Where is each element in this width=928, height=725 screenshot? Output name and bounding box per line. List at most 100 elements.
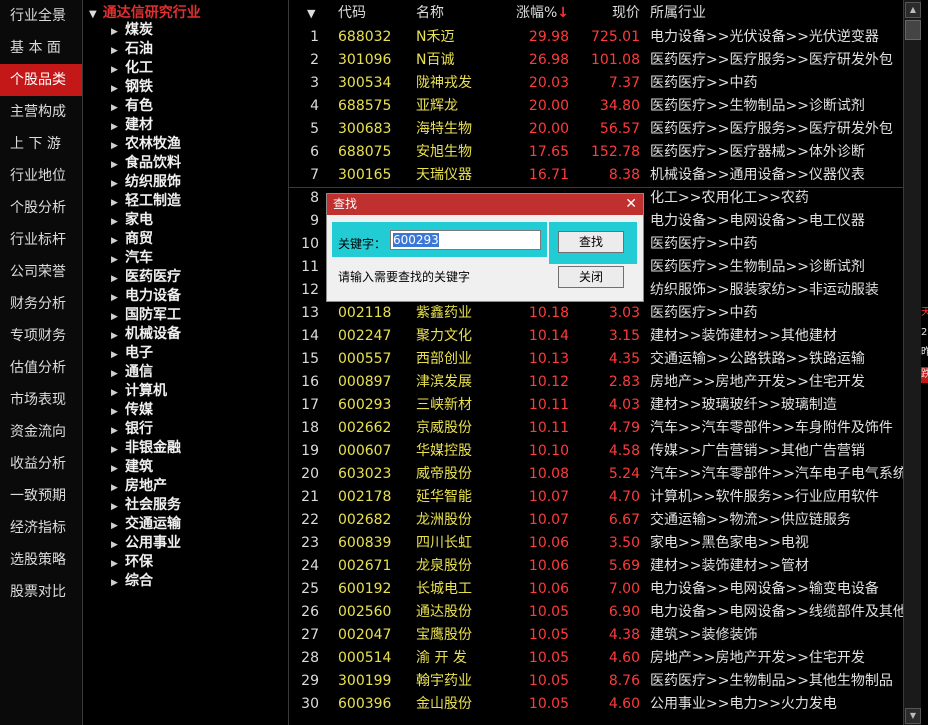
find-button[interactable]: 查找 [558, 231, 624, 253]
cell-name: 西部创业 [416, 351, 472, 367]
table-row[interactable]: 19 000607 华媒控股 10.10 4.58 传媒>>广告营销>>其他广告营销 [289, 440, 903, 463]
table-row[interactable]: 28 000514 渝 开 发 10.05 4.60 房地产>>房地产开发>>住宅开发 [289, 647, 903, 670]
table-row[interactable]: 18 002662 京威股份 10.11 4.79 汽车>>汽车零部件>>车身附件及饰件 [289, 417, 903, 440]
cell-name: 天瑞仪器 [416, 167, 472, 183]
table-row[interactable]: 15 000557 西部创业 10.13 4.35 交通运输>>公路铁路>>铁路运输 [289, 348, 903, 371]
tree-node[interactable]: ▶ 非银金融 [111, 439, 181, 458]
tree-node[interactable]: ▶ 通信 [111, 363, 153, 382]
header-name[interactable]: 名称 [416, 2, 516, 25]
tree-node[interactable]: ▶ 电力设备 [111, 287, 181, 306]
tree-node[interactable]: ▶ 电子 [111, 344, 153, 363]
table-row[interactable]: 4 688575 亚辉龙 20.00 34.80 医药医疗>>生物制品>>诊断试剂 [289, 95, 903, 118]
table-row[interactable]: 21 002178 延华智能 10.07 4.70 计算机>>软件服务>>行业应用软件 [289, 486, 903, 509]
nav-item[interactable]: 公司荣誉 [0, 256, 82, 288]
table-row[interactable]: 30 600396 金山股份 10.05 4.60 公用事业>>电力>>火力发电 [289, 693, 903, 716]
table-row[interactable]: 6 688075 安旭生物 17.65 152.78 医药医疗>>医疗器械>>体外诊断 [289, 141, 903, 164]
tree-node[interactable]: ▶ 综合 [111, 572, 153, 591]
tree-node[interactable]: ▶ 煤炭 [111, 21, 153, 40]
cell-code: 600396 [338, 696, 392, 712]
header-industry[interactable]: 所属行业 [650, 2, 903, 25]
tree-node[interactable]: ▶ 纺织服饰 [111, 173, 181, 192]
tree-node[interactable]: ▶ 家电 [111, 211, 153, 230]
header-change[interactable]: 涨幅%↓ [511, 2, 569, 25]
tree-node[interactable]: ▶ 房地产 [111, 477, 167, 496]
close-icon[interactable]: ✕ [625, 194, 637, 215]
nav-item[interactable]: 收益分析 [0, 448, 82, 480]
nav-item[interactable]: 行业全景 [0, 0, 82, 32]
nav-item[interactable]: 行业标杆 [0, 224, 82, 256]
dialog-titlebar[interactable]: 查找 ✕ [327, 194, 643, 215]
nav-item[interactable]: 个股品类 [0, 64, 82, 96]
tree-node[interactable]: ▶ 农林牧渔 [111, 135, 181, 154]
table-row[interactable]: 27 002047 宝鹰股份 10.05 4.38 建筑>>装修装饰 [289, 624, 903, 647]
table-row[interactable]: 5 300683 海特生物 20.00 56.57 医药医疗>>医疗服务>>医疗研发外包 [289, 118, 903, 141]
tree-node[interactable]: ▶ 汽车 [111, 249, 153, 268]
tree-node[interactable]: ▶ 钢铁 [111, 78, 153, 97]
nav-item[interactable]: 专项财务 [0, 320, 82, 352]
nav-item[interactable]: 基 本 面 [0, 32, 82, 64]
expand-arrow-icon[interactable]: ▶ [111, 574, 119, 593]
tree-node[interactable]: ▶ 化工 [111, 59, 153, 78]
scroll-down-icon[interactable]: ▼ [905, 708, 921, 724]
tree-node-label: 轻工制造 [125, 193, 181, 209]
nav-item[interactable]: 市场表现 [0, 384, 82, 416]
close-button[interactable]: 关闭 [558, 266, 624, 288]
nav-item[interactable]: 行业地位 [0, 160, 82, 192]
tree-node[interactable]: ▶ 石油 [111, 40, 153, 59]
table-row[interactable]: 14 002247 聚力文化 10.14 3.15 建材>>装饰建材>>其他建材 [289, 325, 903, 348]
header-price[interactable]: 现价 [577, 2, 640, 25]
scroll-thumb[interactable] [905, 20, 921, 40]
nav-item[interactable]: 资金流向 [0, 416, 82, 448]
nav-item[interactable]: 估值分析 [0, 352, 82, 384]
tree-node[interactable]: ▶ 传媒 [111, 401, 153, 420]
nav-item[interactable]: 选股策略 [0, 544, 82, 576]
keyword-input[interactable]: 600293 [390, 230, 541, 250]
table-row[interactable]: 2 301096 N百诚 26.98 101.08 医药医疗>>医疗服务>>医疗研发外包 [289, 49, 903, 72]
tree-node[interactable]: ▶ 有色 [111, 97, 153, 116]
table-row[interactable]: 7 300165 天瑞仪器 16.71 8.38 机械设备>>通用设备>>仪器仪表 [289, 164, 903, 187]
tree-node[interactable]: ▶ 食品饮料 [111, 154, 181, 173]
vertical-scrollbar[interactable]: ▲ ▼ [903, 0, 921, 725]
table-row[interactable]: 16 000897 津滨发展 10.12 2.83 房地产>>房地产开发>>住宅开发 [289, 371, 903, 394]
cell-code: 002662 [338, 420, 392, 436]
tree-node[interactable]: ▶ 医药医疗 [111, 268, 181, 287]
tree-node[interactable]: ▶ 建筑 [111, 458, 153, 477]
nav-item[interactable]: 主营构成 [0, 96, 82, 128]
table-row[interactable]: 25 600192 长城电工 10.06 7.00 电力设备>>电网设备>>输变电设备 [289, 578, 903, 601]
tree-node[interactable]: ▶ 机械设备 [111, 325, 181, 344]
cell-name: 龙泉股份 [416, 558, 472, 574]
table-row[interactable]: 23 600839 四川长虹 10.06 3.50 家电>>黑色家电>>电视 [289, 532, 903, 555]
table-row[interactable]: 24 002671 龙泉股份 10.06 5.69 建材>>装饰建材>>管材 [289, 555, 903, 578]
tree-node[interactable]: ▶ 计算机 [111, 382, 167, 401]
nav-item[interactable]: 上 下 游 [0, 128, 82, 160]
tree-node[interactable]: ▶ 公用事业 [111, 534, 181, 553]
tree-node[interactable]: ▶ 建材 [111, 116, 153, 135]
table-row[interactable]: 17 600293 三峡新材 10.11 4.03 建材>>玻璃玻纤>>玻璃制造 [289, 394, 903, 417]
table-row[interactable]: 26 002560 通达股份 10.05 6.90 电力设备>>电网设备>>线缆部件及其他 [289, 601, 903, 624]
tree-node[interactable]: ▶ 社会服务 [111, 496, 181, 515]
cell-change: 10.05 [528, 627, 569, 643]
tree-node[interactable]: ▶ 国防军工 [111, 306, 181, 325]
nav-item[interactable]: 财务分析 [0, 288, 82, 320]
table-row[interactable]: 29 300199 翰宇药业 10.05 8.76 医药医疗>>生物制品>>其他生物制品 [289, 670, 903, 693]
column-menu-icon[interactable]: ▼ [307, 2, 315, 25]
nav-item[interactable]: 个股分析 [0, 192, 82, 224]
scroll-up-icon[interactable]: ▲ [905, 2, 921, 18]
expand-arrow-icon[interactable]: ▼ [89, 9, 97, 20]
cell-seq: 23 [301, 535, 319, 551]
nav-item[interactable]: 股票对比 [0, 576, 82, 608]
table-row[interactable]: 1 688032 N禾迈 29.98 725.01 电力设备>>光伏设备>>光伏逆变器 [289, 26, 903, 49]
tree-root[interactable]: ▼ 通达信研究行业 [89, 2, 201, 22]
header-code[interactable]: 代码 [338, 2, 408, 25]
tree-node[interactable]: ▶ 银行 [111, 420, 153, 439]
nav-item[interactable]: 经济指标 [0, 512, 82, 544]
nav-item[interactable]: 一致预期 [0, 480, 82, 512]
tree-node[interactable]: ▶ 商贸 [111, 230, 153, 249]
table-row[interactable]: 13 002118 紫鑫药业 10.18 3.03 医药医疗>>中药 [289, 302, 903, 325]
tree-node[interactable]: ▶ 交通运输 [111, 515, 181, 534]
table-row[interactable]: 3 300534 陇神戎发 20.03 7.37 医药医疗>>中药 [289, 72, 903, 95]
table-row[interactable]: 20 603023 威帝股份 10.08 5.24 汽车>>汽车零部件>>汽车电子电气系统 [289, 463, 903, 486]
tree-node[interactable]: ▶ 环保 [111, 553, 153, 572]
table-row[interactable]: 22 002682 龙洲股份 10.07 6.67 交通运输>>物流>>供应链服务 [289, 509, 903, 532]
tree-node[interactable]: ▶ 轻工制造 [111, 192, 181, 211]
